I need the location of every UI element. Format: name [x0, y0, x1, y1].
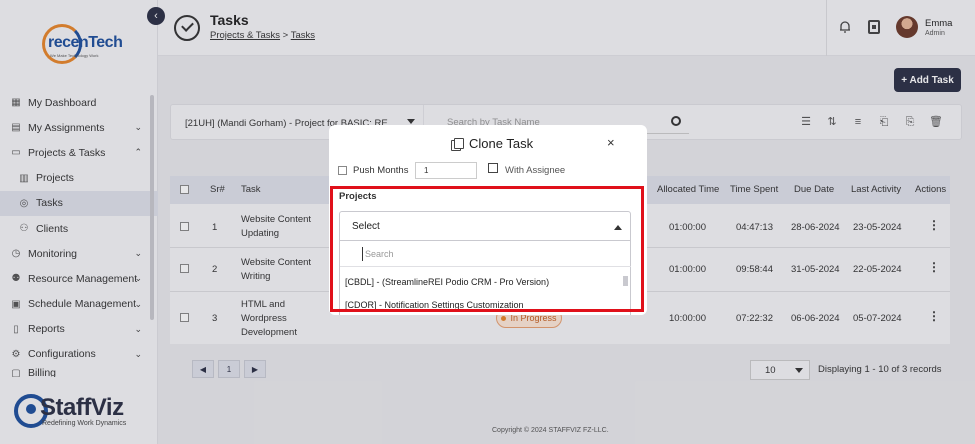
projects-dropdown: Search [CBDL] - (StreamlineREI Podio CRM…	[339, 241, 631, 315]
caret-up-icon	[614, 225, 622, 230]
projects-select[interactable]: Select	[339, 211, 631, 241]
dropdown-option[interactable]: [CBDL] - (StreamlineREI Podio CRM - Pro …	[345, 277, 549, 287]
modal-title: Clone Task	[451, 136, 533, 151]
close-icon[interactable]: ×	[607, 135, 615, 150]
dropdown-divider	[340, 266, 631, 267]
push-months-checkbox[interactable]	[338, 166, 347, 175]
with-assignee-checkbox[interactable]	[488, 163, 498, 173]
dropdown-option[interactable]: [CDOR] - Notification Settings Customiza…	[345, 300, 524, 310]
copy-icon	[451, 137, 464, 151]
dropdown-search-input[interactable]: Search	[362, 247, 624, 261]
push-months-input[interactable]: 1	[415, 162, 477, 179]
projects-label: Projects	[339, 191, 377, 202]
with-assignee-label: With Assignee	[505, 165, 566, 176]
clone-task-modal: Clone Task × Push Months 1 With Assignee…	[329, 125, 647, 315]
dropdown-scrollbar[interactable]	[623, 276, 628, 286]
push-months-label: Push Months	[353, 165, 409, 176]
